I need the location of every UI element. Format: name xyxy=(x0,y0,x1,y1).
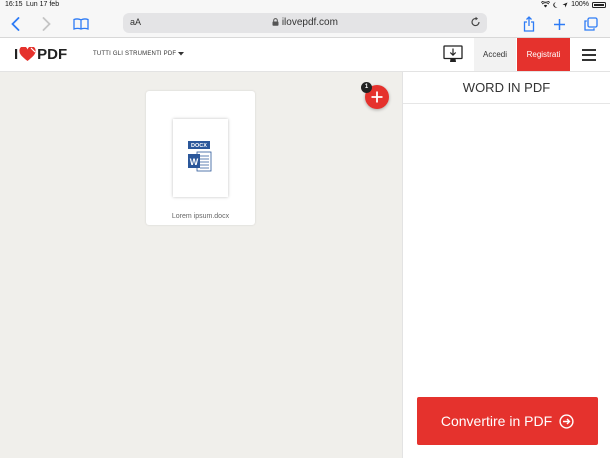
heart-icon xyxy=(19,47,36,61)
caret-down-icon xyxy=(178,52,185,56)
status-indicators: 100% xyxy=(541,1,606,8)
status-date: Lun 17 feb xyxy=(26,1,60,8)
file-workspace: DOCX W Lorem ipsum.docx 1 xyxy=(0,72,402,458)
address-bar[interactable]: aA ilovepdf.com xyxy=(123,13,487,33)
new-tab-button[interactable] xyxy=(551,15,567,33)
status-time: 16:15 xyxy=(5,1,23,8)
hamburger-line xyxy=(582,54,596,56)
chevron-right-icon xyxy=(42,17,51,31)
ilovepdf-logo[interactable]: I PDF xyxy=(14,46,67,63)
tabs-button[interactable] xyxy=(583,15,599,33)
url-display[interactable]: ilovepdf.com xyxy=(123,17,487,28)
browser-toolbar: aA ilovepdf.com xyxy=(0,10,610,38)
plus-icon xyxy=(553,18,565,30)
all-tools-label: TUTTI GLI STRUMENTI PDF xyxy=(93,51,177,57)
file-type-label: DOCX xyxy=(191,143,207,149)
hamburger-menu-icon[interactable] xyxy=(582,49,596,61)
file-count-badge: 1 xyxy=(361,82,372,93)
login-button[interactable]: Accedi xyxy=(474,38,516,71)
options-sidebar: WORD IN PDF Convertire in PDF xyxy=(402,72,610,458)
wifi-icon xyxy=(541,1,551,8)
screen: 16:15 Lun 17 feb 100% aA ilovepdf.com I … xyxy=(0,0,610,458)
file-name: Lorem ipsum.docx xyxy=(171,213,230,220)
word-docx-icon: DOCX W xyxy=(188,141,212,172)
convert-label: Convertire in PDF xyxy=(440,413,553,429)
book-icon xyxy=(73,18,89,30)
hamburger-line xyxy=(582,49,596,51)
plus-icon xyxy=(371,91,383,103)
forward-button[interactable] xyxy=(39,15,53,33)
site-header: I PDF TUTTI GLI STRUMENTI PDF Accedi Reg… xyxy=(0,38,610,72)
logo-pdf: PDF xyxy=(37,46,68,63)
status-bar: 16:15 Lun 17 feb 100% xyxy=(0,0,610,10)
share-icon xyxy=(523,16,535,32)
battery-percent: 100% xyxy=(571,1,589,8)
location-icon xyxy=(562,2,568,7)
bookmarks-button[interactable] xyxy=(72,15,90,33)
lock-icon xyxy=(272,18,279,26)
battery-icon xyxy=(592,1,606,8)
url-text: ilovepdf.com xyxy=(281,17,338,28)
all-tools-menu[interactable]: TUTTI GLI STRUMENTI PDF xyxy=(93,51,185,57)
share-button[interactable] xyxy=(521,15,537,33)
hamburger-line xyxy=(582,59,596,61)
file-thumbnail: DOCX W xyxy=(173,119,228,197)
reload-icon[interactable] xyxy=(470,16,481,28)
tool-title: WORD IN PDF xyxy=(403,72,610,104)
svg-text:W: W xyxy=(190,157,199,167)
logo-i: I xyxy=(14,46,19,63)
chevron-left-icon xyxy=(10,17,19,31)
file-card[interactable]: DOCX W Lorem ipsum.docx xyxy=(146,91,255,225)
convert-button[interactable]: Convertire in PDF xyxy=(417,397,598,445)
back-button[interactable] xyxy=(8,15,22,33)
tabs-icon xyxy=(584,17,598,31)
moon-icon xyxy=(553,1,558,8)
arrow-right-circle-icon xyxy=(559,413,574,429)
desktop-download-icon[interactable] xyxy=(443,45,463,64)
signup-button[interactable]: Registrati xyxy=(517,38,570,71)
